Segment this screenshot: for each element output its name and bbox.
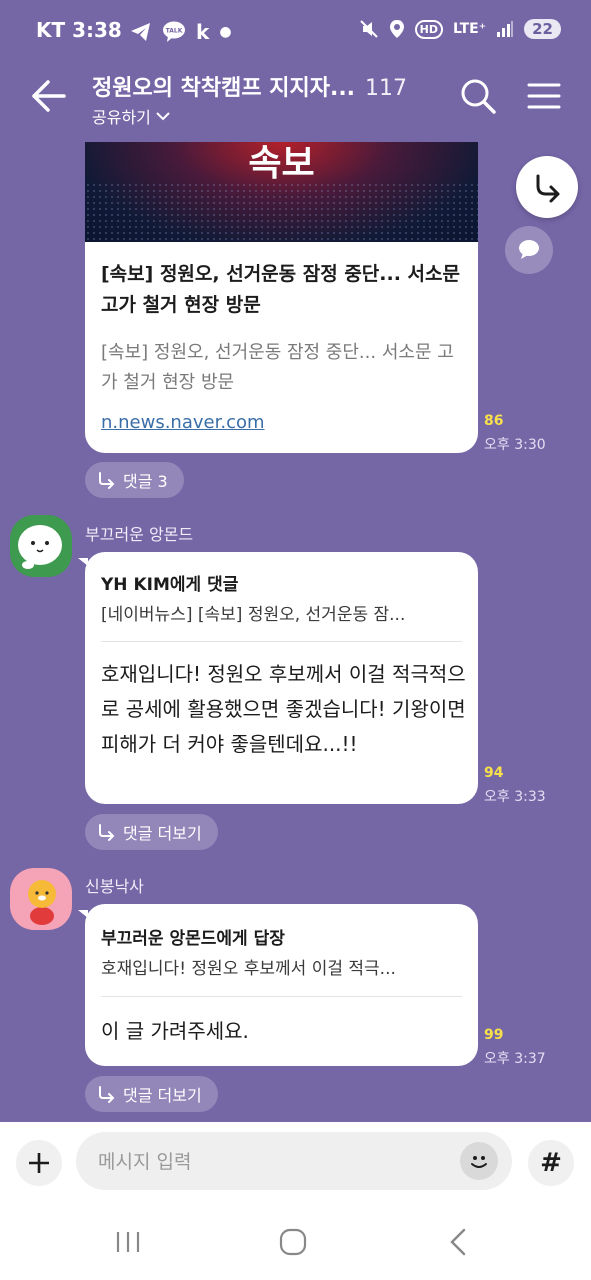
chat-title[interactable]: 정원오의 착착캠프 지지자... 117 [92, 70, 407, 102]
recent-apps-icon[interactable] [98, 1212, 158, 1272]
mute-icon [359, 20, 378, 38]
system-icons: HD LTE⁺ 22 [359, 19, 561, 39]
unread-count: 94 [484, 765, 504, 781]
svg-text:TALK: TALK [166, 28, 183, 35]
sender-name: 신봉낙사 [85, 877, 144, 896]
menu-icon[interactable] [524, 76, 564, 116]
reply-quote: [네이버뉴스] [속보] 정원오, 선거운동 잠... [101, 605, 406, 625]
sender-name: 부끄러운 앙몬드 [85, 525, 194, 544]
more-comments-label: 댓글 더보기 [123, 824, 202, 843]
message-bubble[interactable]: YH KIM에게 댓글 [네이버뉴스] [속보] 정원오, 선거운동 잠... … [78, 552, 478, 804]
thumbnail-headline: 속보 [248, 143, 315, 184]
dot-icon: ● [219, 24, 232, 40]
battery-level: 22 [524, 19, 561, 39]
comments-label: 댓글 3 [123, 472, 168, 491]
almond-character-icon [18, 525, 62, 569]
talk-icon: TALK [163, 21, 185, 42]
link-url[interactable]: n.news.naver.com [101, 412, 265, 433]
message-input-bar: # [0, 1122, 591, 1206]
member-count: 117 [365, 76, 408, 101]
reply-arrow-icon [99, 1086, 115, 1103]
message-input[interactable] [96, 1132, 460, 1192]
share-label: 공유하기 [92, 108, 151, 127]
message-time: 오후 3:30 [484, 437, 546, 453]
link-title: [속보] 정원오, 선거운동 잠정 중단... 서소문 고가 철거 현장 방문 [101, 263, 460, 316]
message-field [76, 1132, 512, 1192]
more-comments-label: 댓글 더보기 [123, 1086, 202, 1105]
message-time: 오후 3:37 [484, 1051, 546, 1067]
world-map-dots [85, 182, 478, 242]
home-icon[interactable] [263, 1212, 323, 1272]
status-bar: KT 3:38 TALK k ● HD LTE⁺ 22 [0, 0, 591, 62]
lion-character-icon [28, 880, 56, 925]
telegram-icon [131, 23, 150, 41]
unread-count: 86 [484, 413, 504, 429]
share-forward-button[interactable] [516, 156, 578, 218]
reply-target: 부끄러운 앙몬드에게 답장 [101, 929, 285, 949]
link-description: [속보] 정원오, 선거운동 잠정 중단... 서소문 고가 철거 현장 방문 [101, 342, 454, 393]
news-thumbnail: 속보 [85, 142, 478, 242]
more-comments-button[interactable]: 댓글 더보기 [85, 1076, 218, 1112]
plus-icon [29, 1153, 49, 1173]
forward-arrow-icon [536, 174, 560, 203]
hd-icon: HD [414, 19, 444, 39]
message-text: 호재입니다! 정원오 후보께서 이걸 적극적으로 공세에 활용했으면 좋겠습니다… [101, 662, 466, 756]
message-text: 이 글 가려주세요. [101, 1019, 249, 1043]
chat-header: 정원오의 착착캠프 지지자... 117 공유하기 [0, 62, 591, 140]
location-icon [389, 20, 404, 38]
more-comments-button[interactable]: 댓글 더보기 [85, 814, 218, 850]
avatar[interactable] [10, 515, 72, 577]
k-icon: k [196, 20, 210, 44]
back-arrow-icon[interactable] [28, 76, 68, 116]
comments-button[interactable]: 댓글 3 [85, 462, 184, 498]
attach-button[interactable] [16, 1140, 62, 1186]
chat-title-text: 정원오의 착착캠프 지지자... [92, 76, 356, 101]
lte-icon: LTE⁺ [453, 21, 487, 37]
unread-count: 99 [484, 1027, 504, 1043]
back-nav-icon[interactable] [428, 1212, 488, 1272]
avatar[interactable] [10, 868, 72, 930]
message-bubble[interactable]: 부끄러운 앙몬드에게 답장 호재입니다! 정원오 후보께서 이걸 적극... 이… [78, 904, 478, 1066]
search-icon[interactable] [458, 76, 498, 116]
divider [101, 641, 462, 642]
comment-bubble-button[interactable] [505, 226, 553, 274]
notification-icons: TALK k ● [130, 20, 232, 44]
reply-target: YH KIM에게 댓글 [101, 575, 239, 595]
hashtag-button[interactable]: # [528, 1140, 574, 1186]
chevron-down-icon [156, 112, 170, 121]
smiley-icon [471, 1156, 487, 1168]
signal-icon [497, 21, 514, 37]
news-link-card[interactable]: 속보 [속보] 정원오, 선거운동 잠정 중단... 서소문 고가 철거 현장 … [85, 142, 478, 453]
reply-arrow-icon [99, 472, 115, 489]
divider [101, 996, 462, 997]
message-time: 오후 3:33 [484, 789, 546, 805]
reply-arrow-icon [99, 824, 115, 841]
share-button[interactable]: 공유하기 [92, 104, 171, 128]
reply-quote: 호재입니다! 정원오 후보께서 이걸 적극... [101, 959, 396, 979]
system-navigation-bar [0, 1206, 591, 1280]
carrier-time: KT 3:38 [36, 18, 122, 42]
emoticon-button[interactable] [460, 1142, 498, 1180]
speech-bubble-icon [519, 240, 539, 259]
